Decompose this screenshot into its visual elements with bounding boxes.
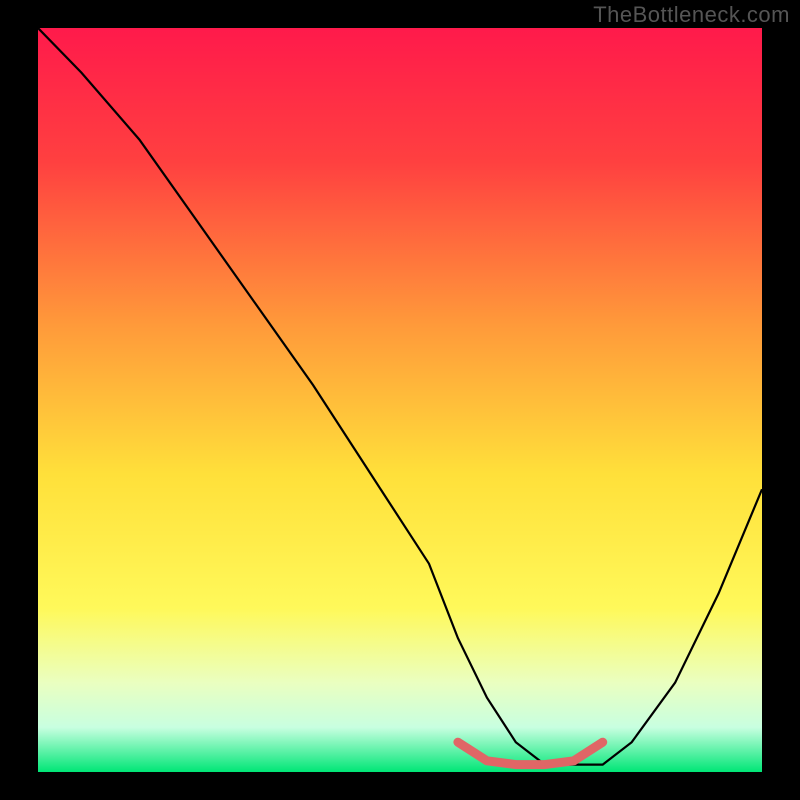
watermark-text: TheBottleneck.com [593, 2, 790, 28]
gradient-background [38, 28, 762, 772]
chart-frame: TheBottleneck.com [0, 0, 800, 800]
chart-svg [38, 28, 762, 772]
plot-area [38, 28, 762, 772]
